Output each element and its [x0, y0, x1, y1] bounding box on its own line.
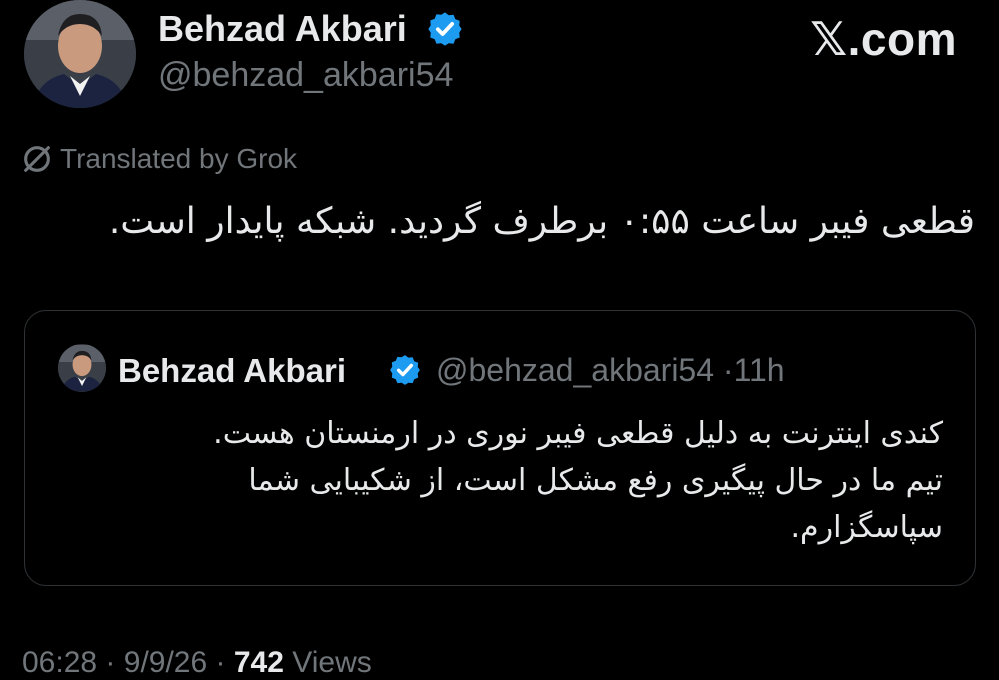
translation-note-label: Translated by Grok [60, 143, 298, 174]
quoted-time[interactable]: 11h [734, 352, 785, 388]
quoted-handle-text: @behzad_akbari54 [436, 352, 715, 388]
author-avatar[interactable] [24, 0, 136, 108]
quoted-author-name[interactable]: Behzad Akbari [118, 352, 346, 390]
quoted-text-line: سپاسگزارم. [790, 510, 943, 545]
x-logo: 𝕏.com [810, 12, 957, 66]
tweet-text: قطعی فیبر ساعت ۰:۵۵ برطرف گردید. شبکه پا… [108, 201, 975, 242]
tweet-date[interactable]: 9/9/26 [124, 646, 207, 679]
grok-slash-icon [24, 146, 50, 172]
author-handle[interactable]: @behzad_akbari54 [158, 56, 453, 95]
quoted-text-line: تیم ما در حال پیگیری رفع مشکل است، از شک… [248, 463, 943, 498]
verified-badge-icon [428, 12, 462, 46]
quoted-text-line: کندی اینترنت به دلیل قطعی فیبر نوری در ا… [213, 416, 943, 451]
quoted-separator: · [722, 352, 734, 388]
views-label: Views [292, 646, 372, 679]
quoted-author-avatar[interactable] [58, 344, 106, 392]
avatar-portrait-icon [58, 344, 106, 392]
quoted-tweet-text: کندی اینترنت به دلیل قطعی فیبر نوری در ا… [40, 410, 943, 551]
translation-note[interactable]: Translated by Grok [20, 142, 297, 176]
tweet-time[interactable]: 06:28 [22, 646, 97, 679]
verified-badge-icon [390, 355, 420, 385]
quoted-author-handle[interactable]: @behzad_akbari54 ·11h [436, 352, 785, 389]
x-logo-text: com [860, 13, 957, 65]
views-count[interactable]: 742 [234, 646, 284, 679]
x-logo-dot: . [847, 13, 861, 65]
avatar-portrait-icon [24, 0, 136, 108]
tweet-meta: 06:28 · 9/9/26 · 742 Views [22, 646, 372, 680]
meta-separator: · [215, 646, 226, 679]
author-name[interactable]: Behzad Akbari [158, 8, 407, 50]
meta-separator: · [105, 646, 116, 679]
x-logo-icon: 𝕏 [810, 13, 848, 65]
